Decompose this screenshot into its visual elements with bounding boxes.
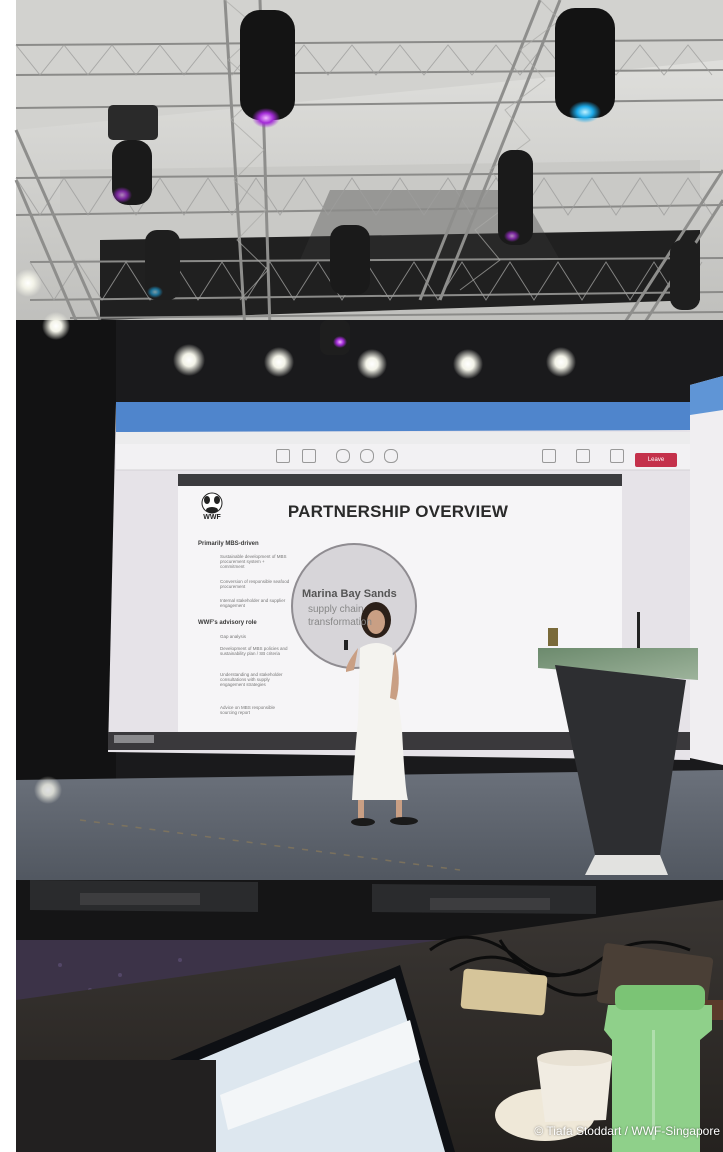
slide-bullet: Conversion of responsible seafood procur…	[220, 579, 290, 589]
slide-section-2: WWF's advisory role	[198, 620, 257, 626]
share-icon[interactable]	[276, 449, 290, 463]
photo-credit: © Tiafa Stoddart / WWF-Singapore	[534, 1124, 720, 1138]
slide-bullet: Gap analysis	[220, 634, 247, 639]
camera-icon[interactable]	[542, 449, 556, 463]
chat-icon[interactable]	[302, 449, 316, 463]
share-screen-icon[interactable]	[610, 449, 624, 463]
scene-illustration	[0, 0, 723, 1152]
slide-bullet: Development of MBS policies and sustaina…	[220, 646, 288, 656]
slide-bullet: Advice on MBS responsible sourcing repor…	[220, 705, 276, 715]
view-icon[interactable]	[384, 449, 398, 463]
mic-icon[interactable]	[576, 449, 590, 463]
photo-scene: Leave WWF PARTNERSHIP OVERVIEW Primarily…	[0, 0, 723, 1152]
slide-title: PARTNERSHIP OVERVIEW	[287, 502, 509, 521]
slide-section-1: Primarily MBS-driven	[198, 541, 259, 547]
people-icon[interactable]	[336, 449, 350, 463]
slide-bullet: Sustainable development of MBS procureme…	[220, 554, 287, 569]
leave-label: Leave	[647, 457, 665, 463]
stage-light-1	[240, 10, 295, 128]
react-icon[interactable]	[360, 449, 374, 463]
circle-title: Marina Bay Sands	[302, 588, 397, 600]
slide-bullet: Understanding and stakeholder consultati…	[220, 672, 283, 687]
slide-bullet: Internal stakeholder and supplier engage…	[220, 598, 286, 608]
leave-button[interactable]: Leave	[635, 453, 677, 467]
circle-subtitle: supply chain transformation	[308, 604, 372, 628]
wwf-logo-text: WWF	[203, 514, 221, 521]
